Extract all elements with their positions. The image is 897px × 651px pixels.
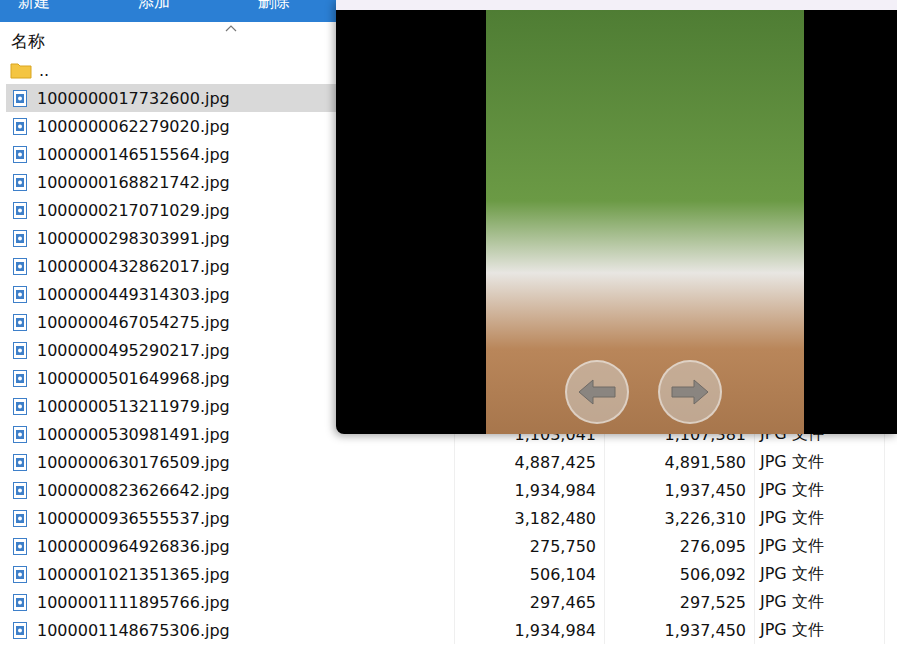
file-size: 1,934,984 [515,621,596,640]
parent-folder-label: .. [39,61,49,80]
preview-title-strip [336,0,897,10]
image-file-icon [13,146,27,163]
file-size-on-disk: 506,092 [680,565,746,584]
file-name: 1000000062279020.jpg [37,117,230,136]
file-name: 1000000432862017.jpg [37,257,230,276]
file-name: 1000000495290217.jpg [37,341,230,360]
file-name: 1000000501649968.jpg [37,369,230,388]
image-preview-window[interactable] [336,0,897,434]
file-row[interactable]: 1000001111895766.jpg 297,465 297,525 JPG 文件 [6,588,897,616]
image-file-icon [13,398,27,415]
image-file-icon [13,594,27,611]
image-file-icon [13,566,27,583]
file-size-on-disk: 1,937,450 [665,621,746,640]
file-row[interactable]: 1000001021351365.jpg 506,104 506,092 JPG 文件 [6,560,897,588]
name-column-label[interactable]: 名称 [11,26,45,53]
image-file-icon [13,286,27,303]
image-file-icon [13,510,27,527]
image-file-icon [13,174,27,191]
image-file-icon [13,538,27,555]
toolbar-button[interactable]: 新建 [18,0,138,22]
toolbar-button[interactable]: 添加 [138,0,258,22]
file-manager: 新建添加删除名称..1000000017732600.jpg1000000062… [0,0,897,651]
image-file-icon [13,482,27,499]
file-name: 1000000217071029.jpg [37,201,230,220]
file-size-on-disk: 4,891,580 [665,453,746,472]
file-name: 1000000017732600.jpg [37,89,230,108]
file-name: 1000001111895766.jpg [37,593,230,612]
file-type: JPG 文件 [760,564,824,585]
file-row[interactable]: 1000001148675306.jpg 1,934,984 1,937,450 JP… [6,616,897,644]
file-size-on-disk: 1,937,450 [665,481,746,500]
file-name: 1000001021351365.jpg [37,565,230,584]
file-name: 1000001148675306.jpg [37,621,230,640]
file-name: 1000000936555537.jpg [37,509,230,528]
file-name: 1000000467054275.jpg [37,313,230,332]
file-name: 1000000168821742.jpg [37,173,230,192]
file-name: 1000000823626642.jpg [37,481,230,500]
file-row[interactable]: 1000000936555537.jpg 3,182,480 3,226,310 JP… [6,504,897,532]
sort-ascending-icon [225,25,237,32]
previous-button[interactable] [565,360,629,424]
file-name: 1000000298303991.jpg [37,229,230,248]
file-type: JPG 文件 [760,508,824,529]
file-type: JPG 文件 [760,536,824,557]
file-name: 1000000513211979.jpg [37,397,230,416]
image-file-icon [13,90,27,107]
image-file-icon [13,426,27,443]
file-name: 1000000146515564.jpg [37,145,230,164]
file-row[interactable]: 1000000964926836.jpg 275,750 276,095 JPG 文件 [6,532,897,560]
image-file-icon [13,342,27,359]
next-button[interactable] [658,360,722,424]
file-row[interactable]: 1000000823626642.jpg 1,934,984 1,937,450 JP… [6,476,897,504]
file-name: 1000000449314303.jpg [37,285,230,304]
image-file-icon [13,202,27,219]
file-size: 506,104 [530,565,596,584]
file-size-on-disk: 297,525 [680,593,746,612]
image-file-icon [13,230,27,247]
image-file-icon [13,622,27,639]
file-size-on-disk: 276,095 [680,537,746,556]
file-size: 1,934,984 [515,481,596,500]
file-type: JPG 文件 [760,480,824,501]
image-file-icon [13,118,27,135]
file-size: 3,182,480 [515,509,596,528]
left-arrow-icon [577,377,617,407]
image-file-icon [13,370,27,387]
file-name: 1000000964926836.jpg [37,537,230,556]
file-type: JPG 文件 [760,452,824,473]
file-size: 275,750 [530,537,596,556]
preview-photo [486,10,804,434]
image-file-icon [13,454,27,471]
file-size-on-disk: 3,226,310 [665,509,746,528]
file-type: JPG 文件 [760,592,824,613]
file-type: JPG 文件 [760,620,824,641]
right-arrow-icon [670,377,710,407]
file-row[interactable]: 1000000630176509.jpg 4,887,425 4,891,580 JP… [6,448,897,476]
file-name: 1000000530981491.jpg [37,425,230,444]
file-size: 4,887,425 [515,453,596,472]
image-file-icon [13,314,27,331]
image-file-icon [13,258,27,275]
folder-icon [10,62,32,79]
file-name: 1000000630176509.jpg [37,453,230,472]
file-size: 297,465 [530,593,596,612]
